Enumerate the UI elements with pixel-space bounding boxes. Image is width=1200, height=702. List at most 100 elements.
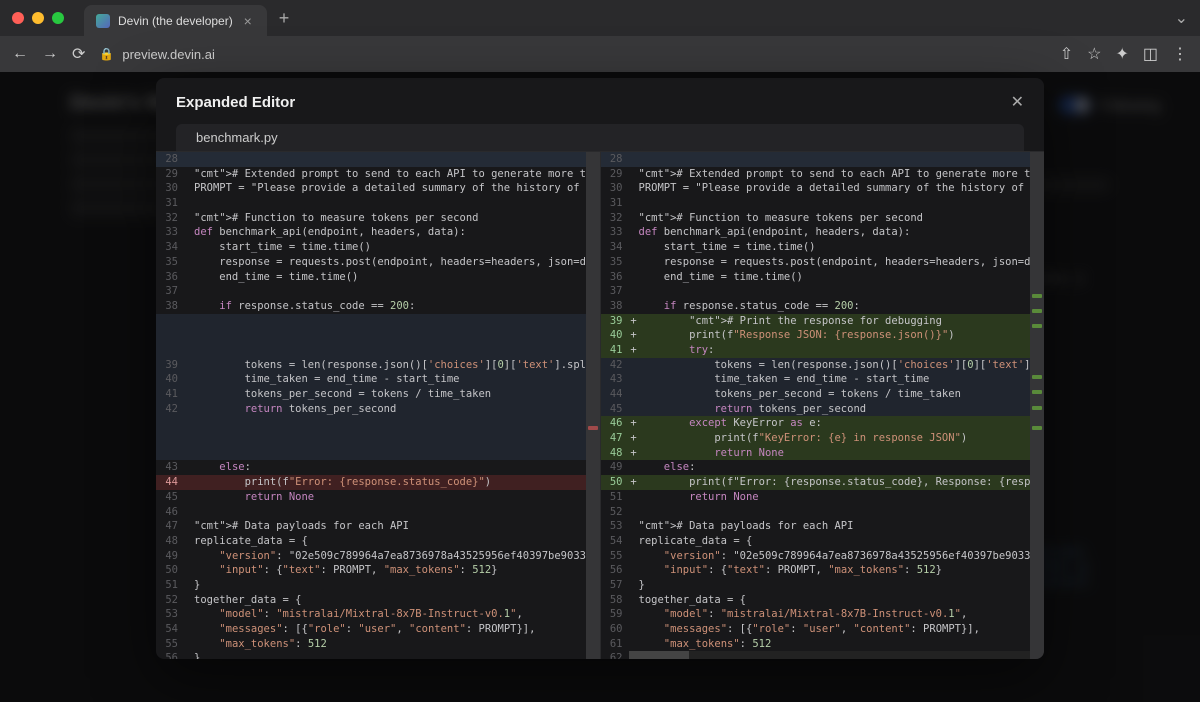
code-line[interactable]: 51 }	[156, 578, 600, 593]
code-line[interactable]: 38 if response.status_code == 200:	[156, 299, 600, 314]
url-bar[interactable]: 🔒 preview.devin.ai	[99, 47, 1045, 62]
code-line[interactable]: 46+ except KeyError as e:	[601, 416, 1045, 431]
code-line[interactable]	[156, 328, 600, 343]
code-line[interactable]: 42 return tokens_per_second	[156, 402, 600, 417]
code-line[interactable]	[156, 314, 600, 329]
code-line[interactable]	[156, 416, 600, 431]
code-line[interactable]: 38 if response.status_code == 200:	[601, 299, 1045, 314]
window-close[interactable]	[12, 12, 24, 24]
code-line[interactable]: 51 return None	[601, 490, 1045, 505]
code-line[interactable]: 31	[601, 196, 1045, 211]
code-line[interactable]: 55 "version": "02e509c789964a7ea8736978a…	[601, 549, 1045, 564]
traffic-lights	[12, 12, 64, 24]
code-line[interactable]: 36 end_time = time.time()	[156, 270, 600, 285]
code-line[interactable]: 60 "messages": [{"role": "user", "conten…	[601, 622, 1045, 637]
browser-titlebar: Devin (the developer) × + ⌄	[0, 0, 1200, 36]
code-line[interactable]: 41+ try:	[601, 343, 1045, 358]
code-line[interactable]: 52	[601, 505, 1045, 520]
code-line[interactable]: 30 PROMPT = "Please provide a detailed s…	[156, 181, 600, 196]
code-line[interactable]	[156, 343, 600, 358]
code-line[interactable]: 52 together_data = {	[156, 593, 600, 608]
code-line[interactable]: 54 replicate_data = {	[601, 534, 1045, 549]
tabs-dropdown-icon[interactable]: ⌄	[1175, 8, 1188, 28]
code-line[interactable]: 43 else:	[156, 460, 600, 475]
code-line[interactable]: 53 "cmt"># Data payloads for each API	[601, 519, 1045, 534]
code-line[interactable]: 56 "input": {"text": PROMPT, "max_tokens…	[601, 563, 1045, 578]
code-line[interactable]	[156, 431, 600, 446]
code-line[interactable]: 49 else:	[601, 460, 1045, 475]
code-line[interactable]: 61 "max_tokens": 512	[601, 637, 1045, 652]
file-tab[interactable]: benchmark.py	[176, 124, 1024, 151]
minimap-right[interactable]	[1030, 152, 1044, 659]
window-minimize[interactable]	[32, 12, 44, 24]
code-line[interactable]: 44 print(f"Error: {response.status_code}…	[156, 475, 600, 490]
nav-bar: ← → ⟳ 🔒 preview.devin.ai ⇧ ☆ ✦ ◫ ⋮	[0, 36, 1200, 72]
code-line[interactable]: 28	[156, 152, 600, 167]
code-line[interactable]: 32 "cmt"># Function to measure tokens pe…	[601, 211, 1045, 226]
expanded-editor-modal: Expanded Editor ✕ benchmark.py 28 29 "cm…	[156, 78, 1044, 659]
code-line[interactable]: 49 "version": "02e509c789964a7ea8736978a…	[156, 549, 600, 564]
filename: benchmark.py	[196, 130, 278, 145]
code-line[interactable]: 50+ print(f"Error: {response.status_code…	[601, 475, 1045, 490]
lock-icon: 🔒	[99, 47, 114, 61]
code-line[interactable]: 56 }	[156, 651, 600, 659]
code-line[interactable]: 50 "input": {"text": PROMPT, "max_tokens…	[156, 563, 600, 578]
code-line[interactable]: 44 tokens_per_second = tokens / time_tak…	[601, 387, 1045, 402]
diff-container: 28 29 "cmt"># Extended prompt to send to…	[156, 151, 1044, 659]
nav-forward-icon[interactable]: →	[42, 45, 58, 63]
code-line[interactable]: 36 end_time = time.time()	[601, 270, 1045, 285]
code-line[interactable]: 54 "messages": [{"role": "user", "conten…	[156, 622, 600, 637]
diff-right-pane[interactable]: 28 29 "cmt"># Extended prompt to send to…	[601, 152, 1045, 659]
tab-close-icon[interactable]: ×	[241, 14, 255, 28]
code-line[interactable]: 41 tokens_per_second = tokens / time_tak…	[156, 387, 600, 402]
code-line[interactable]: 45 return tokens_per_second	[601, 402, 1045, 417]
code-line[interactable]: 30 PROMPT = "Please provide a detailed s…	[601, 181, 1045, 196]
code-line[interactable]	[156, 446, 600, 461]
code-line[interactable]: 47+ print(f"KeyError: {e} in response JS…	[601, 431, 1045, 446]
modal-close-icon[interactable]: ✕	[1011, 92, 1024, 112]
new-tab-button[interactable]: +	[279, 8, 290, 29]
code-line[interactable]: 55 "max_tokens": 512	[156, 637, 600, 652]
code-line[interactable]: 31	[156, 196, 600, 211]
code-line[interactable]: 43 time_taken = end_time - start_time	[601, 372, 1045, 387]
code-line[interactable]: 45 return None	[156, 490, 600, 505]
code-line[interactable]: 59 "model": "mistralai/Mixtral-8x7B-Inst…	[601, 607, 1045, 622]
sidepanel-icon[interactable]: ◫	[1143, 44, 1158, 64]
horizontal-scrollbar[interactable]	[629, 651, 1031, 659]
code-line[interactable]: 33 def benchmark_api(endpoint, headers, …	[601, 225, 1045, 240]
menu-icon[interactable]: ⋮	[1172, 44, 1188, 64]
share-icon[interactable]: ⇧	[1060, 44, 1073, 64]
code-line[interactable]: 33 def benchmark_api(endpoint, headers, …	[156, 225, 600, 240]
code-line[interactable]: 57 }	[601, 578, 1045, 593]
code-line[interactable]: 28	[601, 152, 1045, 167]
code-line[interactable]: 48+ return None	[601, 446, 1045, 461]
code-line[interactable]: 48 replicate_data = {	[156, 534, 600, 549]
modal-backdrop[interactable]: Expanded Editor ✕ benchmark.py 28 29 "cm…	[0, 72, 1200, 702]
code-line[interactable]: 42 tokens = len(response.json()['choices…	[601, 358, 1045, 373]
code-line[interactable]: 37	[156, 284, 600, 299]
code-line[interactable]: 39 tokens = len(response.json()['choices…	[156, 358, 600, 373]
code-line[interactable]: 35 response = requests.post(endpoint, he…	[601, 255, 1045, 270]
code-line[interactable]: 34 start_time = time.time()	[156, 240, 600, 255]
code-line[interactable]: 40+ print(f"Response JSON: {response.jso…	[601, 328, 1045, 343]
window-zoom[interactable]	[52, 12, 64, 24]
code-line[interactable]: 37	[601, 284, 1045, 299]
browser-tab-active[interactable]: Devin (the developer) ×	[84, 5, 267, 37]
code-line[interactable]: 35 response = requests.post(endpoint, he…	[156, 255, 600, 270]
code-line[interactable]: 53 "model": "mistralai/Mixtral-8x7B-Inst…	[156, 607, 600, 622]
code-line[interactable]: 29 "cmt"># Extended prompt to send to ea…	[601, 167, 1045, 182]
code-line[interactable]: 47 "cmt"># Data payloads for each API	[156, 519, 600, 534]
nav-reload-icon[interactable]: ⟳	[72, 44, 85, 64]
code-line[interactable]: 29 "cmt"># Extended prompt to send to ea…	[156, 167, 600, 182]
bookmark-icon[interactable]: ☆	[1087, 44, 1101, 64]
code-line[interactable]: 32 "cmt"># Function to measure tokens pe…	[156, 211, 600, 226]
minimap-left[interactable]	[586, 152, 600, 659]
extensions-icon[interactable]: ✦	[1115, 44, 1128, 64]
nav-back-icon[interactable]: ←	[12, 45, 28, 63]
code-line[interactable]: 58 together_data = {	[601, 593, 1045, 608]
code-line[interactable]: 39+ "cmt"># Print the response for debug…	[601, 314, 1045, 329]
code-line[interactable]: 34 start_time = time.time()	[601, 240, 1045, 255]
code-line[interactable]: 40 time_taken = end_time - start_time	[156, 372, 600, 387]
code-line[interactable]: 46	[156, 505, 600, 520]
diff-left-pane[interactable]: 28 29 "cmt"># Extended prompt to send to…	[156, 152, 601, 659]
